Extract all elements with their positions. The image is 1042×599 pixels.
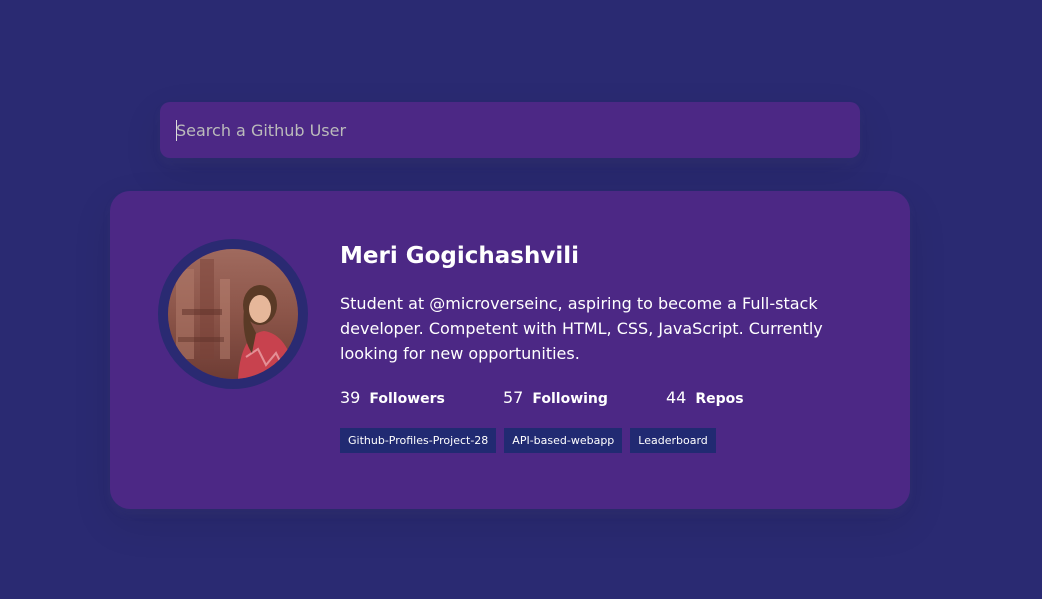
user-bio: Student at @microverseinc, aspiring to b… [340, 294, 823, 363]
followers-label: Followers [369, 391, 445, 407]
repo-link[interactable]: Leaderboard [630, 428, 716, 453]
text-cursor [176, 120, 177, 141]
repos-count: 44 [666, 388, 687, 407]
repos-label: Repos [695, 391, 744, 407]
search-input[interactable] [160, 102, 860, 158]
repo-link[interactable]: Github-Profiles-Project-28 [340, 428, 497, 453]
user-name: Meri Gogichashvili [340, 243, 579, 269]
followers-count: 39 [340, 388, 361, 407]
repo-link[interactable]: API-based-webapp [504, 428, 623, 453]
stat-repos: 44 Repos [666, 388, 829, 410]
user-info: Meri Gogichashvili Student at @microvers… [340, 239, 860, 453]
user-avatar-photo-icon [168, 249, 298, 379]
repo-list: Github-Profiles-Project-28 API-based-web… [340, 428, 860, 453]
avatar [158, 239, 308, 389]
search-form [160, 102, 860, 158]
user-stats: 39 Followers 57 Following 44 Repos [340, 388, 860, 410]
following-label: Following [532, 391, 608, 407]
stat-followers: 39 Followers [340, 388, 503, 410]
profile-card: Meri Gogichashvili Student at @microvers… [110, 191, 910, 509]
stat-following: 57 Following [503, 388, 666, 410]
following-count: 57 [503, 388, 524, 407]
